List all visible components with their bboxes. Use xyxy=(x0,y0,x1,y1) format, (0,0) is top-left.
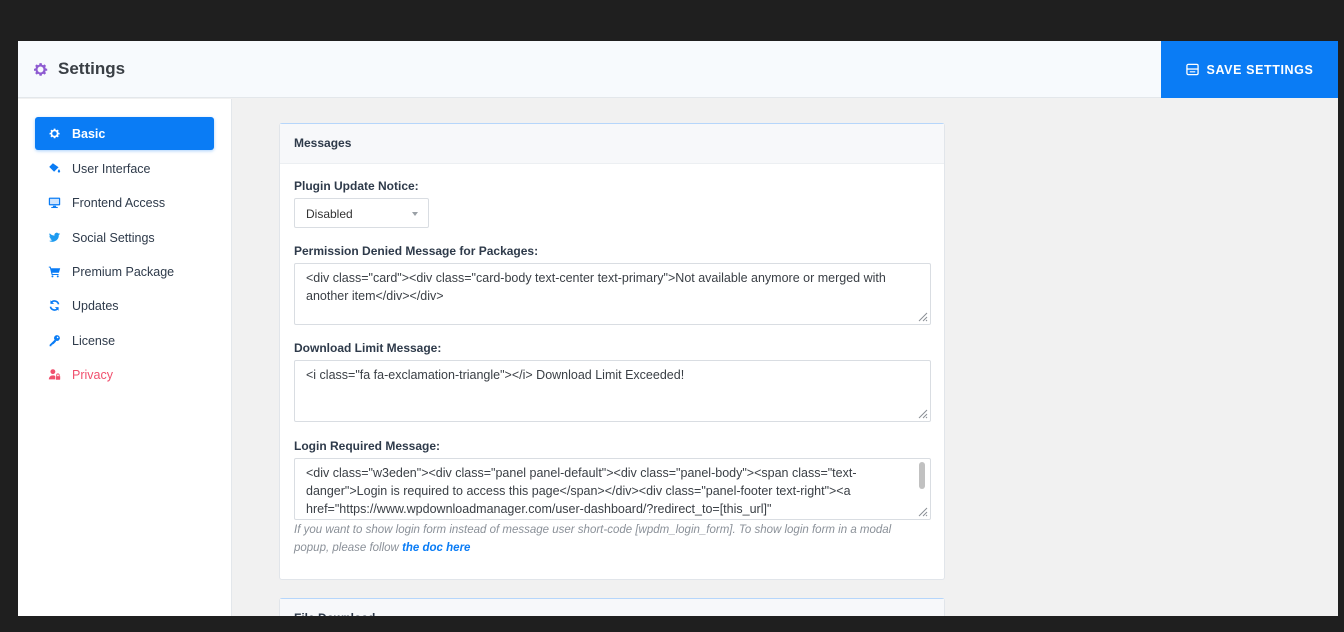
download-limit-value: <i class="fa fa-exclamation-triangle"></… xyxy=(306,368,685,382)
sidebar-item-label: Privacy xyxy=(72,367,113,382)
messages-panel-title: Messages xyxy=(280,124,944,164)
download-limit-label: Download Limit Message: xyxy=(294,341,442,355)
resize-handle-icon[interactable] xyxy=(918,409,928,419)
cart-icon xyxy=(48,266,61,278)
sidebar-item-label: Basic xyxy=(72,126,106,141)
download-limit-textarea[interactable]: <i class="fa fa-exclamation-triangle"></… xyxy=(294,360,931,422)
sidebar-item-premium-package[interactable]: Premium Package xyxy=(35,255,214,288)
sidebar-item-label: Updates xyxy=(72,298,119,313)
gear-icon xyxy=(34,62,48,76)
sidebar-item-basic[interactable]: Basic xyxy=(35,117,214,150)
plugin-update-value: Disabled xyxy=(306,207,353,221)
gear-icon xyxy=(49,128,60,139)
login-hint-text: If you want to show login form instead o… xyxy=(294,524,892,554)
file-download-panel: File Download xyxy=(279,598,945,616)
permission-denied-value: <div class="card"><div class="card-body … xyxy=(306,271,886,303)
sidebar-item-label: User Interface xyxy=(72,161,151,176)
resize-handle-icon[interactable] xyxy=(918,507,928,517)
save-settings-label: SAVE SETTINGS xyxy=(1206,62,1314,77)
sidebar-item-label: Frontend Access xyxy=(72,195,166,210)
save-settings-button[interactable]: SAVE SETTINGS xyxy=(1161,41,1338,98)
sidebar-item-label: License xyxy=(72,333,116,348)
page-title-text: Settings xyxy=(58,59,126,78)
textarea-scrollbar[interactable] xyxy=(919,462,925,489)
sidebar-item-label: Premium Package xyxy=(72,264,175,279)
messages-panel: Messages Plugin Update Notice: Disabled … xyxy=(279,123,945,580)
settings-app: Settings SAVE SETTINGS Basic User Interf… xyxy=(18,41,1338,616)
login-required-label: Login Required Message: xyxy=(294,439,441,453)
sidebar: Basic User Interface Frontend Access Soc… xyxy=(18,99,232,616)
sidebar-item-privacy[interactable]: Privacy xyxy=(35,358,214,391)
permission-denied-label: Permission Denied Message for Packages: xyxy=(294,244,539,258)
sidebar-item-user-interface[interactable]: User Interface xyxy=(35,152,214,185)
login-hint: If you want to show login form instead o… xyxy=(294,521,924,557)
sync-icon xyxy=(49,300,60,311)
permission-denied-textarea[interactable]: <div class="card"><div class="card-body … xyxy=(294,263,931,325)
login-required-textarea[interactable]: <div class="w3eden"><div class="panel pa… xyxy=(294,458,931,520)
file-download-panel-title: File Download xyxy=(280,599,944,616)
plugin-update-label: Plugin Update Notice: xyxy=(294,179,419,193)
resize-handle-icon[interactable] xyxy=(918,312,928,322)
plugin-update-select[interactable]: Disabled xyxy=(294,198,429,228)
login-required-value: <div class="w3eden"><div class="panel pa… xyxy=(306,466,857,516)
monitor-icon xyxy=(48,197,61,209)
sidebar-item-frontend-access[interactable]: Frontend Access xyxy=(35,186,214,219)
sidebar-item-updates[interactable]: Updates xyxy=(35,289,214,322)
sidebar-item-social-settings[interactable]: Social Settings xyxy=(35,221,214,254)
twitter-icon xyxy=(48,232,61,242)
doc-link[interactable]: the doc here xyxy=(402,542,470,554)
page-title: Settings xyxy=(32,59,125,79)
save-icon xyxy=(1185,63,1199,76)
chevron-down-icon xyxy=(412,212,418,216)
user-lock-icon xyxy=(48,369,61,380)
top-bar: Settings SAVE SETTINGS xyxy=(18,41,1338,98)
paint-bucket-icon xyxy=(49,163,61,173)
sidebar-item-label: Social Settings xyxy=(72,230,155,245)
sidebar-item-license[interactable]: License xyxy=(35,324,214,357)
key-icon xyxy=(49,335,60,347)
